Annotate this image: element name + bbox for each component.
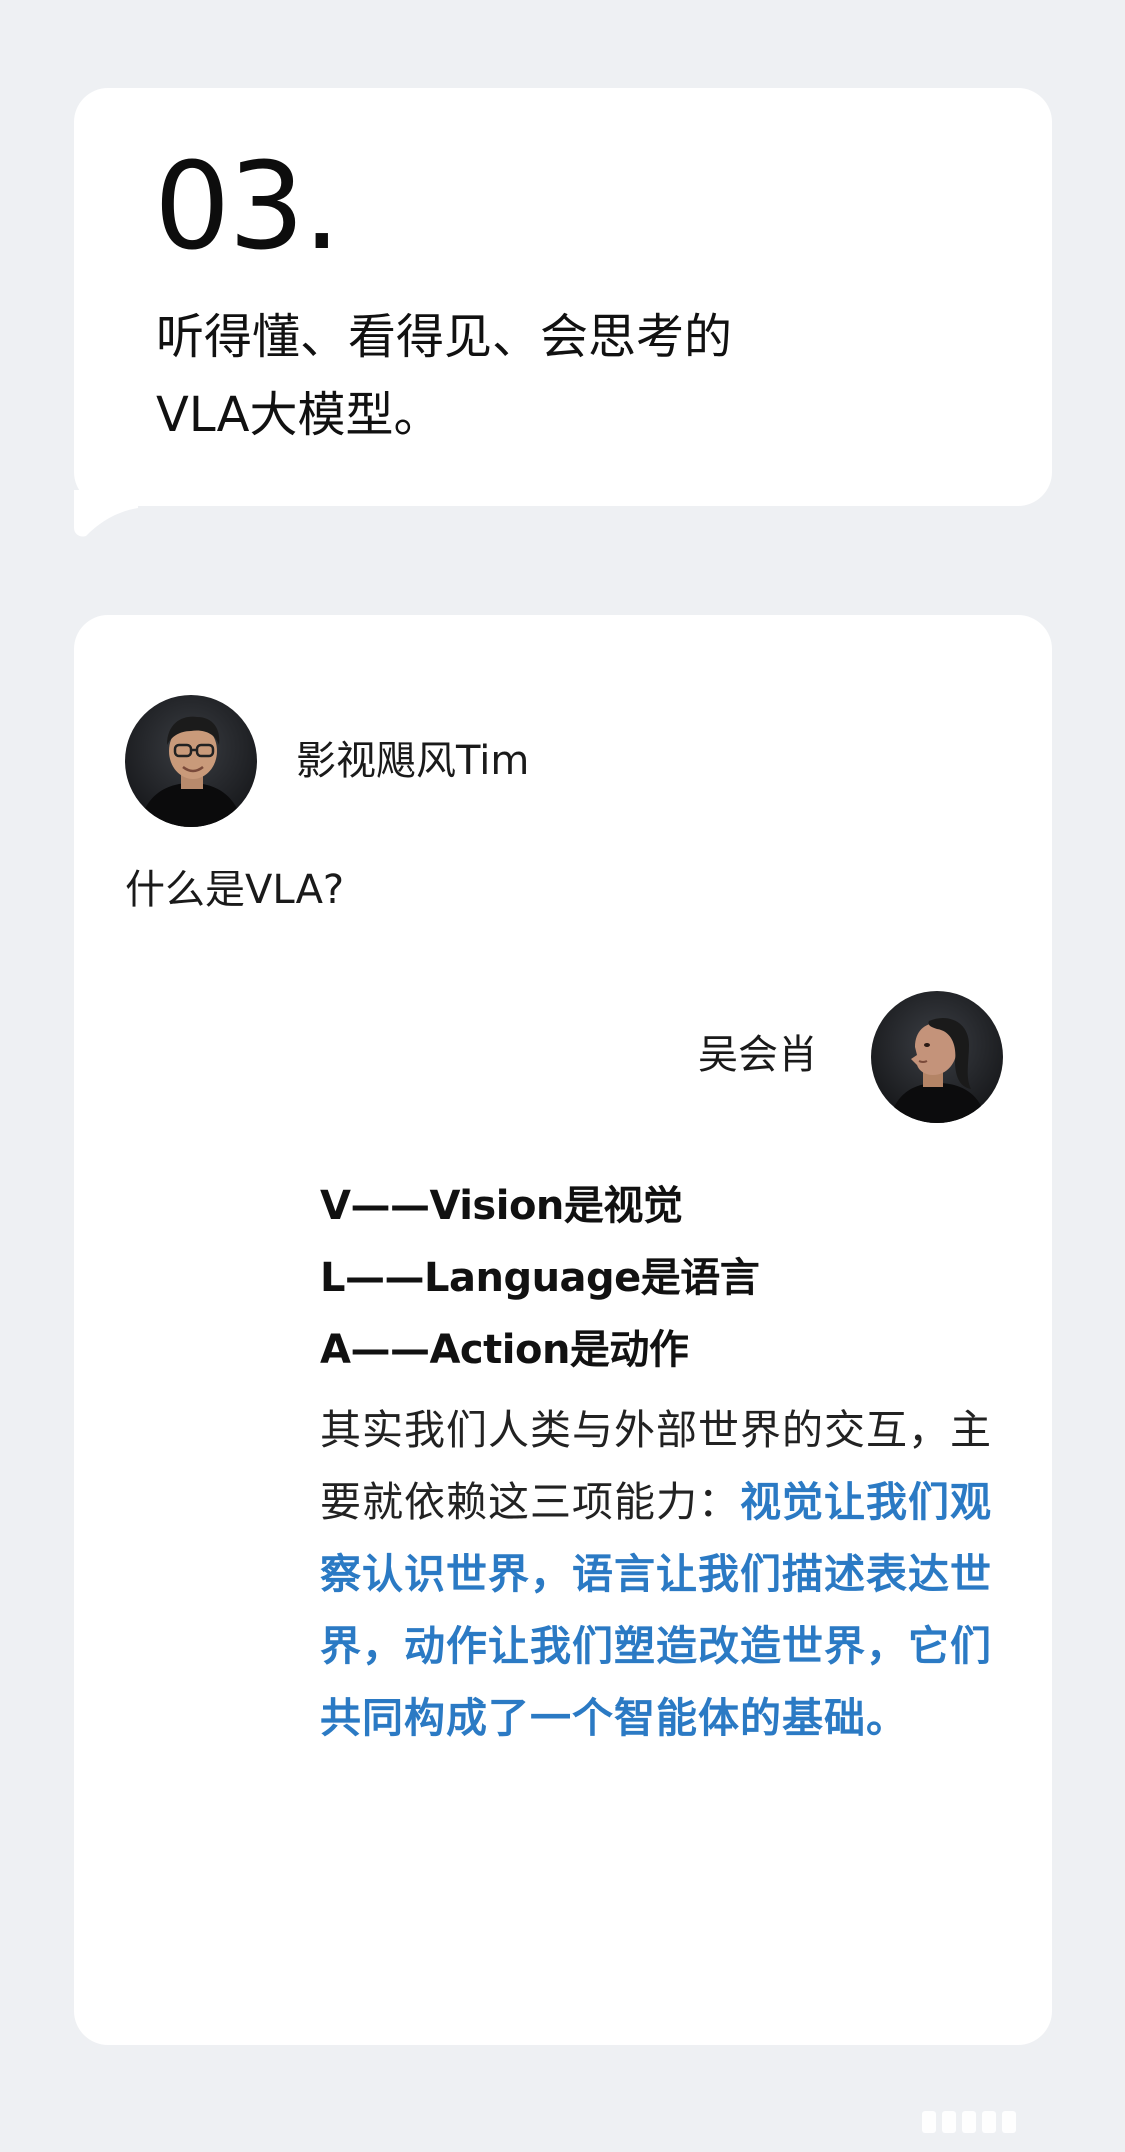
respondent-answer: V——Vision是视觉 L——Language是语言 A——Action是动作… — [320, 1170, 1000, 1754]
section-title: 听得懂、看得见、会思考的 VLA大模型。 — [156, 298, 916, 454]
watermark-mark — [942, 2111, 956, 2133]
interviewer-name[interactable]: 影视飓风Tim — [296, 741, 529, 781]
respondent-avatar[interactable] — [871, 991, 1003, 1123]
speech-bubble-tail-icon — [74, 490, 138, 537]
person-with-glasses-avatar-icon — [125, 695, 257, 827]
definition-vision: V——Vision是视觉 — [320, 1183, 683, 1229]
watermark-mark — [962, 2111, 976, 2133]
interviewer-avatar[interactable] — [125, 695, 257, 827]
vla-definition-list: V——Vision是视觉 L——Language是语言 A——Action是动作 — [320, 1170, 1000, 1386]
answer-paragraph: 其实我们人类与外部世界的交互，主要就依赖这三项能力：视觉让我们观察认识世界，语言… — [320, 1394, 1000, 1754]
dialog-card: 影视飓风Tim 什么是VLA? 吴会肖 V——Vision是视觉 L——Lang… — [74, 615, 1052, 2045]
interviewer-question: 什么是VLA? — [125, 867, 345, 913]
section-title-line-2: VLA大模型。 — [156, 387, 442, 443]
section-number: 03. — [154, 138, 341, 277]
section-header-card: 03. 听得懂、看得见、会思考的 VLA大模型。 — [74, 88, 1052, 506]
watermark-mark — [922, 2111, 936, 2133]
definition-action: A——Action是动作 — [320, 1327, 689, 1373]
respondent-name[interactable]: 吴会肖 — [698, 1035, 818, 1075]
definition-language: L——Language是语言 — [320, 1255, 760, 1301]
watermark-mark — [1002, 2111, 1016, 2133]
section-title-line-1: 听得懂、看得见、会思考的 — [156, 309, 733, 365]
watermark-mark — [982, 2111, 996, 2133]
person-profile-avatar-icon — [871, 991, 1003, 1123]
watermark — [922, 2110, 1016, 2134]
